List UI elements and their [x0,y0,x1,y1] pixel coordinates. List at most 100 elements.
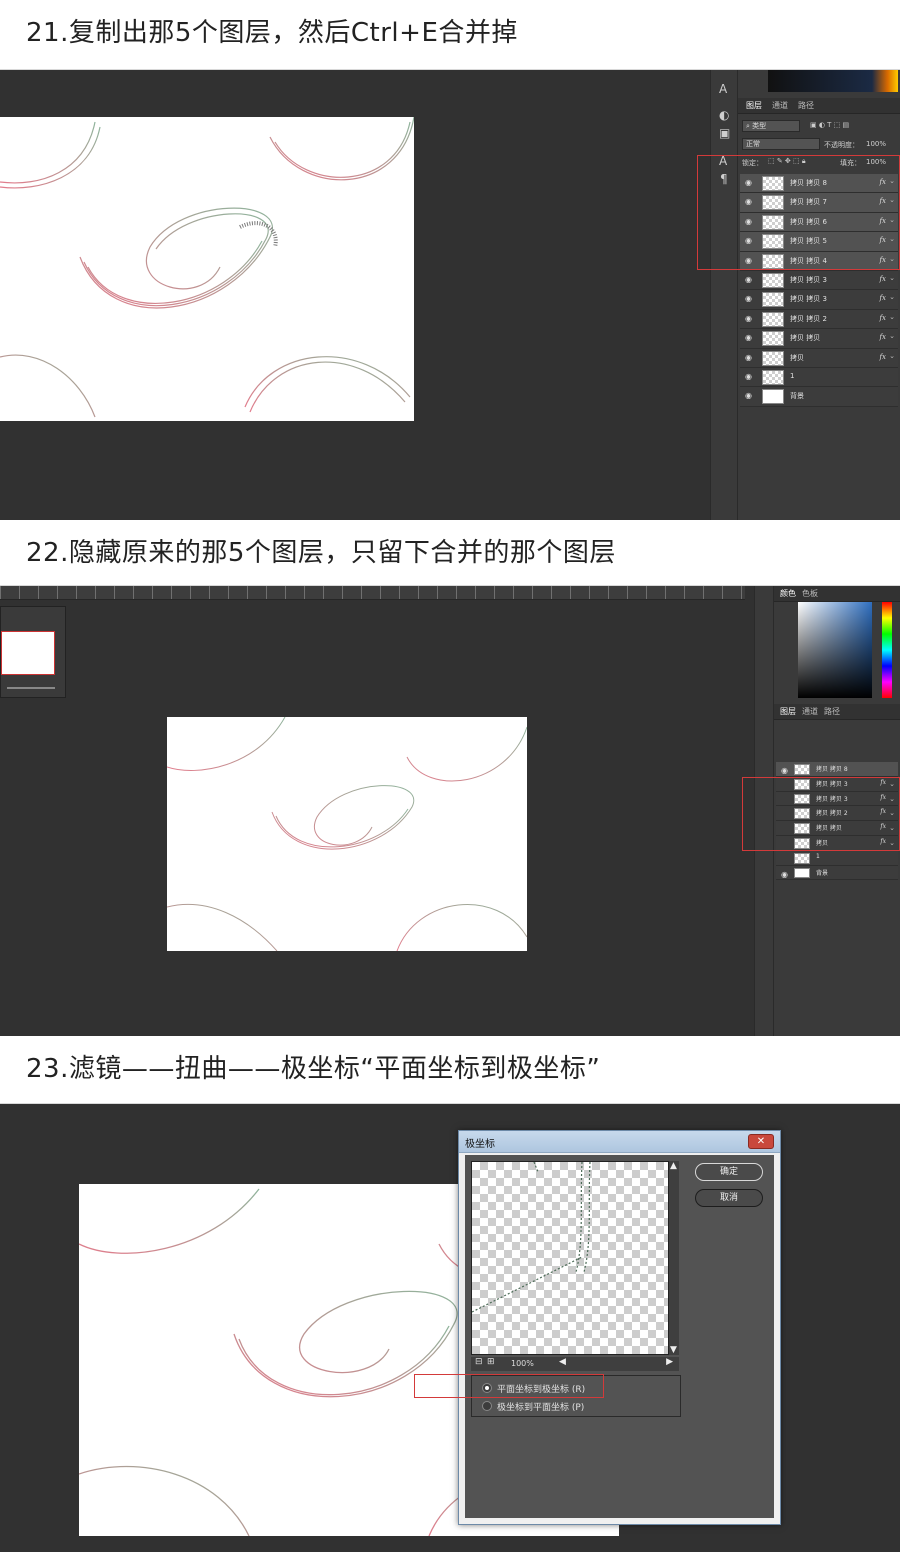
fx-icon[interactable]: fx [879,314,886,322]
character-icon[interactable]: A [719,82,727,96]
layer-thumbnail[interactable] [762,331,784,347]
eye-icon[interactable]: ◉ [745,373,753,381]
tab-channels[interactable]: 通道 [772,100,788,111]
layer-name[interactable]: 背景 [816,868,828,877]
hidden-layers-highlight [742,777,900,851]
layer-thumbnail[interactable] [794,764,810,775]
tab-layers[interactable]: 图层 [780,706,796,717]
color-picker-strip[interactable] [768,70,898,92]
layer-thumbnail[interactable] [794,867,810,879]
fx-icon[interactable]: fx [879,353,886,361]
eye-icon[interactable]: ◉ [745,334,753,342]
filter-preview[interactable] [471,1161,669,1355]
navigator-panel [0,606,66,698]
chevron-down-icon[interactable]: ⌄ [889,313,895,321]
eye-icon[interactable]: ◉ [745,276,753,284]
document-canvas[interactable] [0,117,414,421]
layer-name[interactable]: 拷贝 拷贝 2 [790,314,827,324]
eye-icon[interactable]: ◉ [781,870,789,879]
close-icon[interactable]: ✕ [748,1134,774,1149]
layer-thumbnail[interactable] [762,273,784,288]
layer-row[interactable]: ◉ 1 [740,368,898,388]
document-canvas[interactable] [167,717,527,951]
layer-row[interactable]: ◉ 背景 [776,865,898,881]
layer-name[interactable]: 背景 [790,391,804,401]
layer-row[interactable]: ◉ 拷贝 拷贝 3 fx ⌄ [740,271,898,291]
opacity-value[interactable]: 100% [866,140,886,148]
tab-channels[interactable]: 通道 [802,706,818,717]
layer-thumbnail[interactable] [762,350,784,366]
layer-thumbnail[interactable] [762,311,784,327]
option-highlight [414,1374,604,1398]
navigator-preview[interactable] [1,631,55,675]
ruler-horizontal [0,586,745,600]
step-21-screenshot: A ◐ ▣ A ¶ 图层 通道 路径 ⌕ 类型 ▣ ◐ T ⬚ ▤ 正常 不透明… [0,70,900,520]
layer-thumbnail[interactable] [794,852,810,864]
scroll-right-icon[interactable]: ▶ [666,1357,673,1367]
scroll-down-icon[interactable]: ▼ [670,1345,677,1355]
tab-swatches[interactable]: 色板 [802,588,818,599]
ok-button[interactable]: 确定 [695,1163,763,1181]
dialog-title: 极坐标 [465,1139,495,1150]
layer-name[interactable]: 1 [790,372,794,380]
chevron-down-icon[interactable]: ⌄ [889,293,895,301]
blend-mode-select[interactable]: 正常 [742,138,820,150]
fx-icon[interactable]: fx [879,294,886,302]
tab-layers[interactable]: 图层 [746,100,762,111]
styles-icon[interactable]: ▣ [719,126,730,140]
layer-name[interactable]: 拷贝 拷贝 8 [816,764,848,773]
layer-thumbnail[interactable] [762,292,784,308]
chevron-down-icon[interactable]: ⌄ [889,332,895,340]
eye-icon[interactable]: ◉ [745,353,753,362]
layer-name[interactable]: 拷贝 [790,353,804,363]
layer-row[interactable]: ◉ 拷贝 拷贝 8 [776,762,898,777]
eye-icon[interactable]: ◉ [745,314,753,323]
panel-tool-strip: A ◐ ▣ A ¶ [710,70,738,520]
layer-name[interactable]: 拷贝 拷贝 [790,333,820,343]
layer-name[interactable]: 1 [816,853,820,860]
layer-kind-filter[interactable]: ⌕ 类型 [742,120,800,132]
navigator-zoom-slider[interactable] [7,687,55,689]
step-22-screenshot: 颜色 色板 图层 通道 路径 ◉ 拷贝 拷贝 8 拷贝 拷贝 3 fx ⌄ 拷贝 拷贝 3… [0,586,900,1036]
scroll-left-icon[interactable]: ◀ [559,1357,566,1367]
radio-polar-to-rect[interactable] [482,1401,492,1411]
chevron-down-icon[interactable]: ⌄ [889,274,895,282]
step-23-screenshot: 极坐标 ✕ ▲ ▼ ⊟ ⊞ 100% ◀ ▶ 确定 取消 平面坐标到极坐标 (R… [0,1104,900,1552]
preview-artwork [472,1162,591,1313]
zoom-in-icon[interactable]: ⊞ [487,1357,495,1367]
filter-icons[interactable]: ▣ ◐ T ⬚ ▤ [810,121,849,129]
scroll-up-icon[interactable]: ▲ [670,1161,677,1171]
chevron-down-icon[interactable]: ⌄ [889,352,895,360]
dialog-body: ▲ ▼ ⊟ ⊞ 100% ◀ ▶ 确定 取消 平面坐标到极坐标 (R) 极坐标到… [465,1155,774,1518]
zoom-out-icon[interactable]: ⊟ [475,1357,483,1367]
layer-row[interactable]: ◉ 背景 [740,387,898,407]
fx-icon[interactable]: fx [879,275,886,283]
layer-name[interactable]: 拷贝 拷贝 3 [790,275,827,285]
color-field[interactable] [798,602,872,698]
tab-paths[interactable]: 路径 [824,706,840,717]
adjust-icon[interactable]: ◐ [719,108,729,122]
eye-icon[interactable] [781,856,789,864]
layer-row[interactable]: ◉ 拷贝 拷贝 3 fx ⌄ [740,290,898,310]
layer-kind-label: 类型 [752,122,767,130]
layer-row[interactable]: ◉ 拷贝 拷贝 fx ⌄ [740,329,898,349]
layers-tabs: 图层 通道 路径 [774,704,900,720]
tab-paths[interactable]: 路径 [798,100,814,111]
eye-icon[interactable]: ◉ [781,767,789,775]
layer-name[interactable]: 拷贝 拷贝 3 [790,294,827,304]
hue-slider[interactable] [882,602,892,698]
preview-scrollbar[interactable]: ▲ ▼ [669,1161,679,1355]
layer-row[interactable]: ◉ 拷贝 拷贝 2 fx ⌄ [740,309,898,330]
eye-icon[interactable]: ◉ [745,392,753,400]
layer-thumbnail[interactable] [762,370,784,385]
layer-row[interactable]: ◉ 拷贝 fx ⌄ [740,348,898,368]
preview-zoom-bar: ⊟ ⊞ 100% ◀ ▶ [471,1357,679,1371]
step-23-heading: 23.滤镜——扭曲——极坐标“平面坐标到极坐标” [0,1036,900,1104]
tab-color[interactable]: 颜色 [780,588,796,599]
blend-row: 正常 不透明度： 100% [740,136,898,152]
cancel-button[interactable]: 取消 [695,1189,763,1207]
layer-thumbnail[interactable] [762,389,784,405]
eye-icon[interactable]: ◉ [745,295,753,303]
fx-icon[interactable]: fx [879,333,886,341]
layer-row[interactable]: 1 [776,850,898,866]
